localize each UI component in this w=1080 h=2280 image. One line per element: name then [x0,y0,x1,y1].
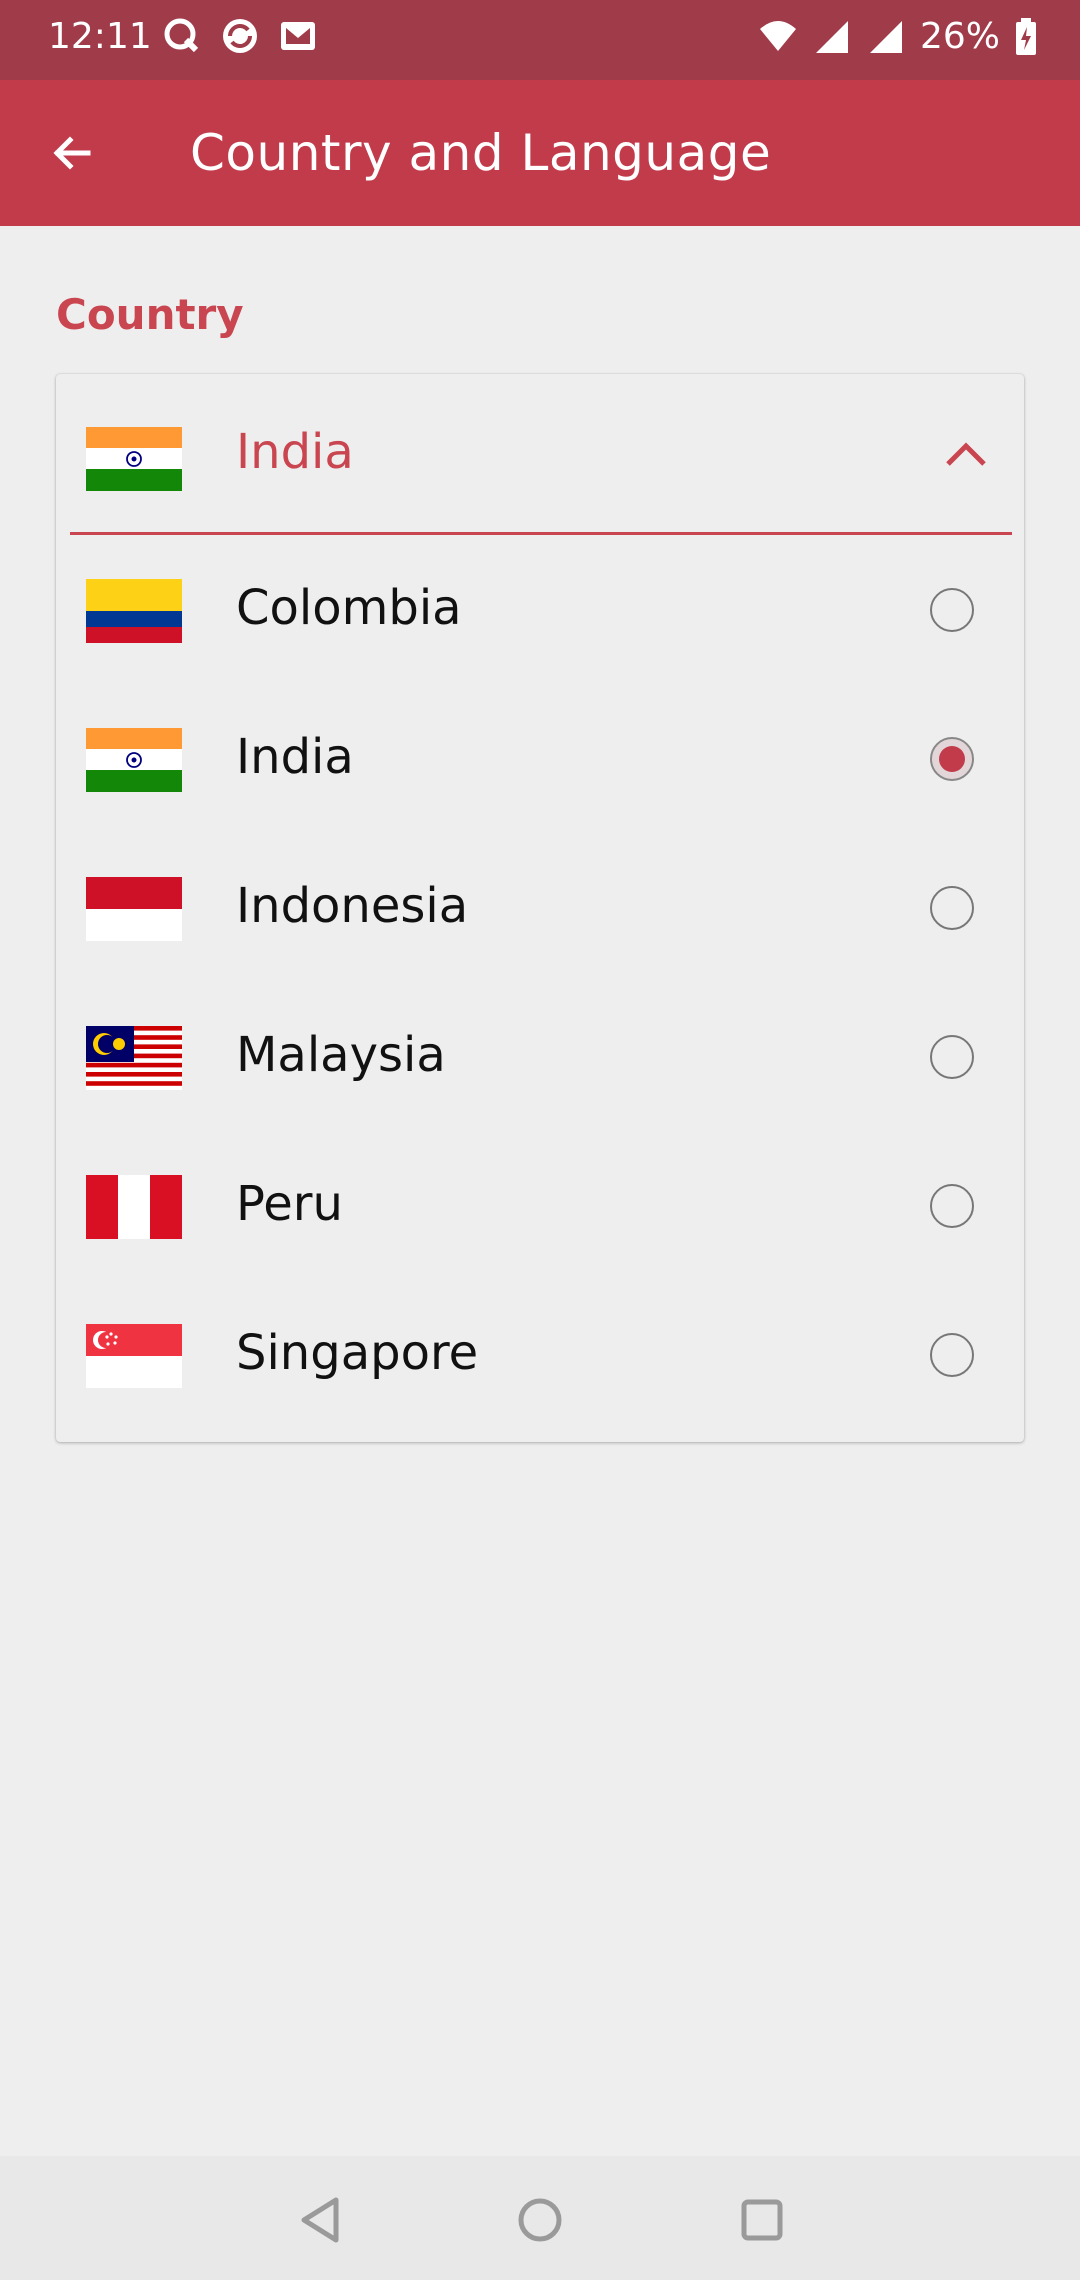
country-name: Malaysia [236,1027,446,1083]
system-nav-bar [0,2156,1080,2280]
country-item-peru[interactable]: Peru [56,1132,1024,1280]
page-title: Country and Language [190,124,772,182]
arrow-left-icon[interactable] [40,120,106,186]
section-label-country: Country [56,290,244,339]
country-name: Peru [236,1176,343,1232]
country-name: India [236,729,354,785]
country-name: Singapore [236,1325,479,1381]
selected-divider [70,532,1012,535]
back-triangle-icon[interactable] [292,2192,348,2248]
wifi-icon [759,20,796,51]
signal-icon [869,20,902,53]
colombia-flag-icon [86,579,182,643]
status-time: 12:11 [48,16,152,57]
app-bar: Country and Language [0,80,1080,226]
country-name: Indonesia [236,878,469,934]
country-selector-card: India Colombia India Indonesia Malaysia … [56,374,1024,1442]
country-item-singapore[interactable]: Singapore [56,1281,1024,1429]
singapore-flag-icon [86,1324,182,1388]
status-bar: 12:11 26% [0,0,1080,80]
country-name: Colombia [236,580,462,636]
sync-app-icon [223,19,257,53]
india-flag-icon [86,427,182,491]
country-item-india[interactable]: India [56,685,1024,833]
home-circle-icon[interactable] [512,2192,568,2248]
malaysia-flag-icon [86,1026,182,1090]
q-app-icon [164,18,199,53]
country-radio-india[interactable] [930,737,974,781]
country-item-colombia[interactable]: Colombia [56,536,1024,684]
country-radio-malaysia[interactable] [930,1035,974,1079]
indonesia-flag-icon [86,877,182,941]
status-notification-icons [162,16,318,56]
country-dropdown-header[interactable]: India [56,374,1024,535]
country-radio-peru[interactable] [930,1184,974,1228]
selected-country-label: India [236,424,354,480]
battery-percent: 26% [919,16,1000,57]
chevron-up-icon[interactable] [936,424,996,484]
country-radio-indonesia[interactable] [930,886,974,930]
country-item-malaysia[interactable]: Malaysia [56,983,1024,1131]
peru-flag-icon [86,1175,182,1239]
status-system-icons: 26% [758,16,1038,57]
india-flag-icon [86,728,182,792]
country-radio-colombia[interactable] [930,588,974,632]
country-radio-singapore[interactable] [930,1333,974,1377]
mail-app-icon [281,22,315,50]
recents-square-icon[interactable] [734,2192,790,2248]
signal-icon [815,20,848,53]
battery-charging-icon [1016,17,1036,55]
country-item-indonesia[interactable]: Indonesia [56,834,1024,982]
